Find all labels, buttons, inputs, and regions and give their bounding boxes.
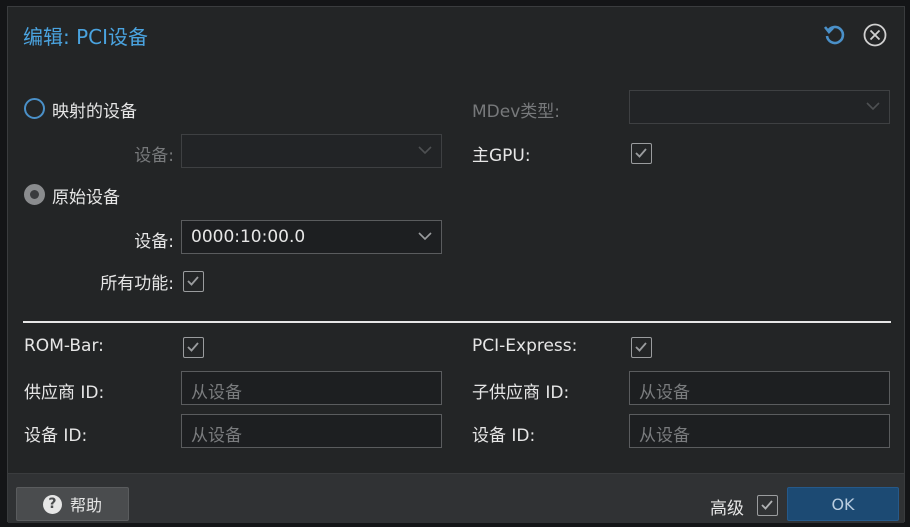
chevron-down-icon: [866, 102, 880, 111]
vendor-id-placeholder: 从设备: [191, 383, 242, 403]
edit-pci-device-dialog: 编辑: PCI设备 映射的设备 设备: 原始设备 设备: 0000:10:00.…: [7, 6, 905, 523]
mdev-type-select: [629, 90, 890, 124]
rom-bar-label: ROM-Bar:: [24, 336, 104, 356]
raw-device-select[interactable]: 0000:10:00.0: [181, 220, 442, 254]
dialog-footer: ? 帮助 高级 OK: [8, 473, 904, 523]
dialog-body: 映射的设备 设备: 原始设备 设备: 0000:10:00.0 所有功能: MD…: [8, 63, 904, 471]
section-divider: [23, 321, 891, 323]
device-id-input[interactable]: 从设备: [181, 414, 442, 448]
sub-device-id-label: 设备 ID:: [472, 426, 536, 446]
ok-button-label: OK: [831, 494, 855, 514]
sub-vendor-id-label: 子供应商 ID:: [472, 383, 570, 403]
chevron-down-icon: [418, 146, 432, 155]
dialog-title: 编辑: PCI设备: [23, 25, 149, 49]
raw-device-radio[interactable]: [24, 184, 45, 205]
device-id-placeholder: 从设备: [191, 426, 242, 446]
ok-button[interactable]: OK: [787, 487, 899, 521]
rom-bar-checkbox[interactable]: [183, 337, 204, 358]
advanced-label: 高级: [710, 499, 744, 519]
raw-device-value: 0000:10:00.0: [191, 227, 306, 247]
pci-express-checkbox[interactable]: [631, 337, 652, 358]
dialog-titlebar: 编辑: PCI设备: [8, 7, 904, 63]
vendor-id-label: 供应商 ID:: [24, 383, 105, 403]
pci-express-label: PCI-Express:: [472, 336, 578, 356]
mapped-device-select: [181, 134, 442, 168]
mapped-device-field-label: 设备:: [134, 146, 174, 166]
question-icon: ?: [42, 494, 62, 514]
help-button-label: 帮助: [69, 496, 102, 515]
chevron-down-icon: [418, 232, 432, 241]
close-icon[interactable]: [862, 22, 888, 48]
mapped-device-radio[interactable]: [24, 98, 45, 119]
all-functions-label: 所有功能:: [100, 274, 174, 294]
refresh-icon[interactable]: [821, 22, 847, 48]
raw-device-label: 原始设备: [52, 188, 120, 208]
help-button[interactable]: ? 帮助: [16, 487, 129, 521]
device-id-label: 设备 ID:: [24, 426, 88, 446]
vendor-id-input[interactable]: 从设备: [181, 371, 442, 405]
primary-gpu-checkbox[interactable]: [631, 143, 652, 164]
primary-gpu-label: 主GPU:: [472, 146, 531, 166]
mdev-type-label: MDev类型:: [472, 102, 561, 122]
sub-vendor-id-input[interactable]: 从设备: [629, 371, 890, 405]
raw-device-field-label: 设备:: [134, 232, 174, 252]
sub-device-id-input[interactable]: 从设备: [629, 414, 890, 448]
sub-device-id-placeholder: 从设备: [639, 426, 690, 446]
sub-vendor-id-placeholder: 从设备: [639, 383, 690, 403]
advanced-checkbox[interactable]: [757, 495, 778, 516]
mapped-device-label: 映射的设备: [52, 102, 137, 122]
all-functions-checkbox[interactable]: [183, 271, 204, 292]
